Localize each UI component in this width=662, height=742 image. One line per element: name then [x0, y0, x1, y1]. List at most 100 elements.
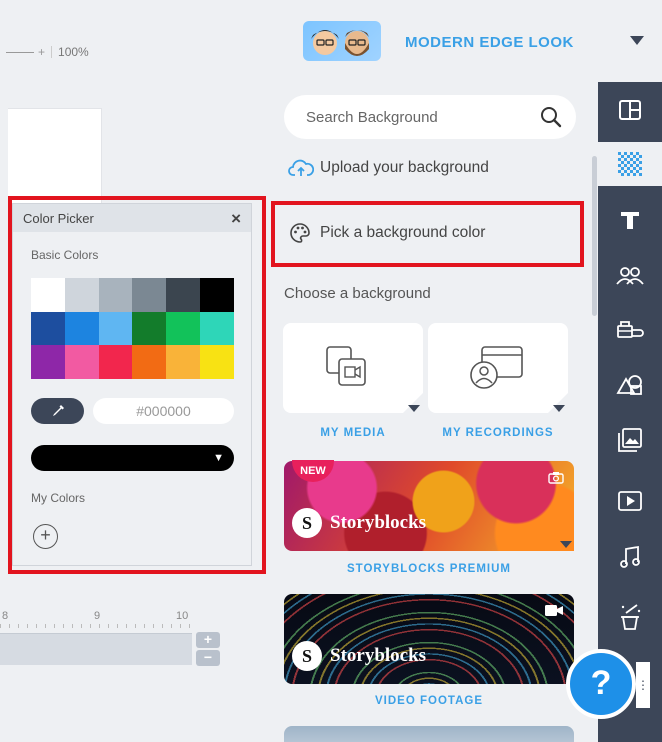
timeline-zoom-in-button[interactable]: + — [196, 632, 220, 648]
layout-icon — [619, 100, 641, 120]
my-media-label: MY MEDIA — [320, 427, 386, 439]
rail-item-layout[interactable] — [598, 88, 662, 132]
video-camera-icon — [545, 605, 563, 616]
upload-background-button[interactable]: Upload your background — [288, 158, 489, 178]
storyblocks-premium-menu-arrow[interactable] — [560, 541, 572, 548]
zoom-plus[interactable]: + — [38, 45, 45, 59]
search-icon[interactable] — [540, 106, 562, 128]
search-input[interactable] — [306, 108, 540, 126]
pick-background-color-button[interactable]: Pick a background color — [288, 221, 485, 245]
color-swatch[interactable] — [64, 278, 99, 312]
rail-item-text[interactable] — [598, 198, 662, 242]
color-swatch[interactable] — [200, 345, 234, 379]
my-media-icon — [326, 346, 366, 386]
help-menu-dots[interactable]: ⋮ — [636, 662, 650, 708]
video-footage-label: VIDEO FOOTAGE — [375, 695, 483, 707]
canvas-page[interactable] — [8, 108, 102, 213]
selected-color-dropdown[interactable]: ▼ — [31, 445, 234, 471]
storyblocks-premium-label: STORYBLOCKS PREMIUM — [346, 563, 512, 575]
next-background-card[interactable] — [284, 726, 574, 742]
color-swatch[interactable] — [98, 311, 133, 346]
cloud-upload-icon — [288, 158, 320, 178]
props-icon — [617, 321, 644, 338]
chevron-down-icon[interactable] — [630, 36, 644, 45]
rail-item-props[interactable] — [598, 308, 662, 352]
rail-item-shapes[interactable] — [598, 363, 662, 407]
palette-icon — [288, 221, 320, 245]
eyedropper-button[interactable] — [31, 398, 84, 424]
my-recordings-icon — [470, 346, 523, 389]
my-media-menu-arrow[interactable] — [408, 405, 420, 412]
timeline-zoom-stepper: + − — [196, 632, 220, 666]
timeline-zoom-out-button[interactable]: − — [196, 650, 220, 666]
zoom-divider — [51, 46, 53, 58]
rail-item-images[interactable] — [598, 418, 662, 462]
image-icon — [618, 428, 642, 452]
color-swatch[interactable] — [166, 345, 201, 379]
color-swatch[interactable] — [98, 345, 133, 379]
color-swatch[interactable] — [31, 278, 65, 312]
upload-background-label: Upload your background — [320, 159, 489, 176]
panel-scrollbar[interactable] — [592, 156, 597, 316]
ruler-ticks — [0, 624, 196, 628]
zoom-bar: + 100% — [0, 40, 89, 64]
color-swatch[interactable] — [98, 278, 133, 312]
color-swatch[interactable] — [132, 345, 167, 379]
ruler-label: 9 — [94, 610, 101, 622]
zoom-slider-track[interactable] — [6, 51, 34, 53]
color-picker-header: Color Picker × — [13, 204, 251, 232]
magic-hat-icon — [621, 604, 641, 630]
tool-rail — [598, 82, 662, 742]
color-swatch[interactable] — [31, 345, 65, 379]
background-checker-icon — [618, 152, 642, 176]
storyblocks-logo: S Storyblocks — [292, 508, 426, 538]
storyblocks-brand: Storyblocks — [330, 512, 427, 533]
color-swatch[interactable] — [132, 311, 167, 346]
timeline-track[interactable] — [0, 633, 192, 665]
project-header: MODERN EDGE LOOK — [272, 0, 662, 82]
project-thumbnail[interactable] — [303, 21, 381, 61]
storyblocks-logo-mark: S — [292, 641, 322, 671]
rail-item-effects[interactable] — [598, 595, 662, 639]
text-icon — [621, 212, 639, 229]
color-swatch[interactable] — [31, 311, 65, 346]
hex-color-input[interactable] — [93, 398, 234, 424]
basic-colors-label: Basic Colors — [31, 248, 99, 262]
rail-item-audio[interactable] — [598, 535, 662, 579]
color-swatch[interactable] — [200, 278, 234, 312]
shapes-icon — [616, 375, 642, 395]
music-note-icon — [620, 545, 640, 568]
pick-background-color-label: Pick a background color — [320, 224, 486, 241]
my-recordings-tile[interactable] — [428, 323, 568, 413]
ruler-label: 8 — [2, 610, 9, 622]
timeline-ruler: 8 9 10 — [0, 598, 200, 628]
color-picker-popup: Color Picker × Basic Colors ▼ My Colors … — [12, 203, 252, 566]
help-button[interactable]: ? — [566, 649, 636, 719]
zoom-level: 100% — [58, 45, 89, 59]
close-icon[interactable]: × — [231, 210, 241, 227]
project-title[interactable]: MODERN EDGE LOOK — [405, 34, 574, 51]
add-color-button[interactable]: + — [33, 524, 58, 549]
camera-icon — [548, 472, 564, 484]
color-swatch[interactable] — [166, 278, 201, 312]
rail-item-video[interactable] — [598, 479, 662, 523]
my-colors-label: My Colors — [31, 491, 86, 505]
search-bar — [284, 95, 576, 139]
my-media-tile[interactable] — [283, 323, 423, 413]
my-recordings-menu-arrow[interactable] — [553, 405, 565, 412]
chevron-down-icon: ▼ — [213, 452, 224, 464]
color-swatch[interactable] — [166, 311, 201, 346]
color-swatch[interactable] — [132, 278, 167, 312]
video-play-icon — [618, 491, 642, 511]
ruler-label: 10 — [176, 610, 189, 622]
storyblocks-brand: Storyblocks — [330, 645, 427, 666]
rail-item-background[interactable] — [598, 142, 662, 186]
color-picker-title: Color Picker — [23, 210, 94, 226]
rail-item-characters[interactable] — [598, 253, 662, 297]
storyblocks-logo: S Storyblocks — [292, 641, 426, 671]
color-swatch[interactable] — [200, 311, 234, 346]
color-swatch[interactable] — [64, 311, 99, 346]
eyedropper-icon — [52, 405, 64, 416]
color-swatch[interactable] — [64, 345, 99, 379]
basic-colors-grid — [31, 278, 234, 379]
